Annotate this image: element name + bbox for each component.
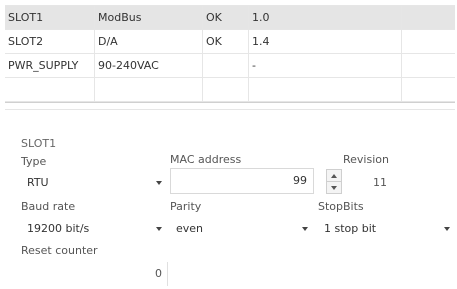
table-row[interactable]: PWR_SUPPLY 90-240VAC -: [5, 54, 455, 78]
table-cell-name: SLOT2: [5, 30, 95, 54]
table-cell-extra: [402, 78, 455, 102]
table-cell-version: [249, 78, 402, 102]
stopbits-value: 1 stop bit: [324, 222, 377, 235]
table-cell-version: 1.4: [249, 30, 402, 54]
table-row[interactable]: SLOT2 D/A OK 1.4: [5, 30, 455, 54]
stepper-up-icon[interactable]: [327, 170, 341, 182]
baud-rate-value: 19200 bit/s: [27, 222, 90, 235]
stepper-down-icon[interactable]: [327, 182, 341, 194]
section-title: SLOT1: [21, 137, 57, 150]
chevron-down-icon: [302, 227, 308, 231]
stopbits-select[interactable]: 1 stop bit: [318, 218, 456, 240]
mac-address-input[interactable]: 99: [170, 168, 314, 194]
table-cell-status: [203, 78, 249, 102]
table-cell-status: OK: [203, 30, 249, 54]
table-cell-name: SLOT1: [5, 6, 95, 30]
table-scroll-gap-divider: [5, 109, 455, 110]
table-bottom-divider: [5, 102, 455, 103]
revision-value: 11: [373, 176, 387, 189]
mac-address-label: MAC address: [170, 153, 242, 166]
table-cell-version: 1.0: [249, 6, 402, 30]
table-cell-extra: [402, 54, 455, 78]
parity-label: Parity: [170, 200, 202, 213]
table-cell-status: [203, 54, 249, 78]
mac-address-stepper[interactable]: [326, 169, 342, 194]
chevron-down-icon: [444, 227, 450, 231]
revision-label: Revision: [343, 153, 389, 166]
table-cell-name: [5, 78, 95, 102]
table-cell-extra: [402, 30, 455, 54]
reset-counter-value: 0: [155, 267, 162, 280]
mac-address-value: 99: [293, 174, 307, 187]
table-cell-extra: [402, 6, 455, 30]
revision-field: 11: [345, 172, 393, 194]
chevron-down-icon: [156, 181, 162, 185]
reset-counter-field: 0: [21, 262, 168, 286]
table-cell-module: 90-240VAC: [95, 54, 203, 78]
type-select-value: RTU: [27, 176, 49, 189]
table-cell-module: [95, 78, 203, 102]
type-label: Type: [21, 155, 47, 168]
baud-rate-select[interactable]: 19200 bit/s: [21, 218, 168, 240]
type-select[interactable]: RTU: [21, 172, 168, 194]
slot-table: SLOT1 ModBus OK 1.0 SLOT2 D/A OK 1.4 PWR…: [5, 5, 455, 102]
chevron-down-icon: [156, 227, 162, 231]
table-cell-module: ModBus: [95, 6, 203, 30]
table-cell-status: OK: [203, 6, 249, 30]
parity-value: even: [176, 222, 204, 235]
table-cell-module: D/A: [95, 30, 203, 54]
table-cell-version: -: [249, 54, 402, 78]
reset-counter-label: Reset counter: [21, 244, 98, 257]
table-row[interactable]: SLOT1 ModBus OK 1.0: [5, 6, 455, 30]
parity-select[interactable]: even: [170, 218, 314, 240]
reset-counter-edge: [167, 262, 168, 286]
table-cell-name: PWR_SUPPLY: [5, 54, 95, 78]
baud-rate-label: Baud rate: [21, 200, 76, 213]
table-row[interactable]: [5, 78, 455, 102]
stopbits-label: StopBits: [318, 200, 364, 213]
